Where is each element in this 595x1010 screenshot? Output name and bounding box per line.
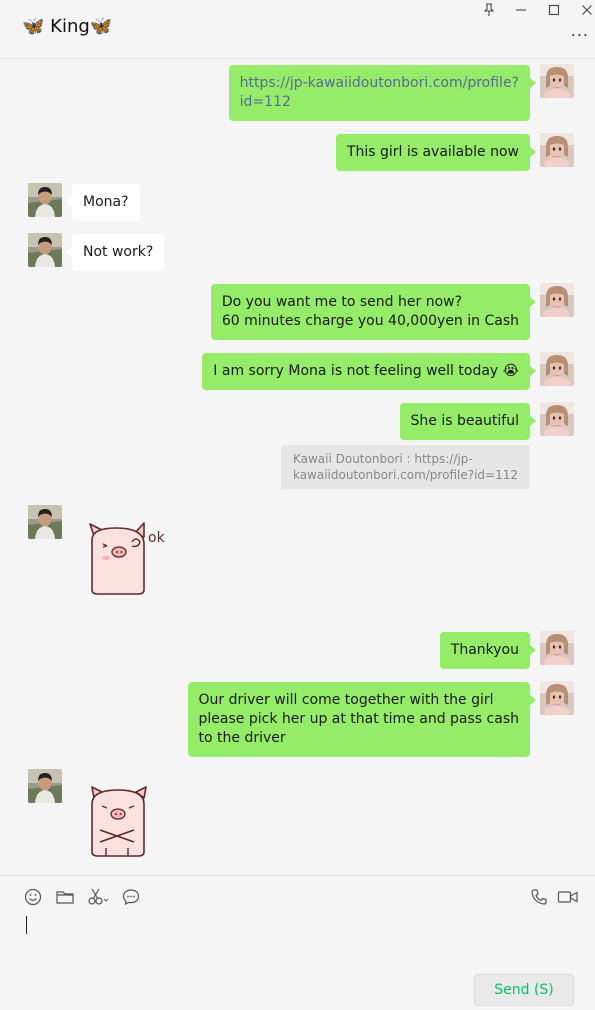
maximize-icon[interactable]	[545, 2, 563, 18]
message-input[interactable]	[22, 914, 572, 966]
pig-crossed-arms-sticker[interactable]	[88, 784, 152, 864]
emoji-icon[interactable]	[22, 886, 44, 908]
more-options-button[interactable]: ...	[571, 23, 589, 39]
video-icon[interactable]	[556, 886, 580, 908]
my-avatar[interactable]	[540, 64, 574, 98]
my-avatar[interactable]	[540, 283, 574, 317]
pig-ok-sticker[interactable]: ok	[86, 520, 170, 602]
my-avatar[interactable]	[540, 402, 574, 436]
contact-avatar[interactable]	[28, 769, 62, 803]
scissors-icon[interactable]	[87, 886, 109, 908]
message-bubble-received[interactable]: Mona?	[66, 184, 140, 221]
contact-avatar[interactable]	[28, 183, 62, 217]
composer-area: Send (S)	[0, 875, 595, 1010]
chat-header: 🦋 King🦋 ...	[0, 0, 595, 59]
message-bubble-sent[interactable]: Do you want me to send her now? 60 minut…	[210, 284, 537, 340]
link-card[interactable]: Kawaii Doutonbori : https://jp- kawaiido…	[280, 445, 530, 489]
message-bubble-received[interactable]: Not work?	[65, 234, 165, 271]
my-avatar[interactable]	[540, 631, 574, 665]
contact-avatar[interactable]	[28, 233, 62, 267]
sticker-ok-text: ok	[148, 530, 166, 546]
send-button[interactable]: Send (S)	[474, 974, 574, 1006]
message-bubble-sent[interactable]: I am sorry Mona is not feeling well toda…	[202, 353, 536, 390]
my-avatar[interactable]	[540, 352, 574, 386]
close-icon[interactable]	[578, 2, 595, 18]
message-bubble-sent[interactable]: She is beautiful	[399, 403, 537, 440]
chat-history-icon[interactable]	[120, 886, 142, 908]
contact-avatar[interactable]	[28, 505, 62, 539]
message-bubble-sent[interactable]: https://jp-kawaiidoutonbori.com/profile?…	[228, 65, 537, 121]
chat-title: 🦋 King🦋	[22, 16, 113, 37]
my-avatar[interactable]	[540, 681, 574, 715]
message-bubble-sent[interactable]: This girl is available now	[335, 134, 537, 171]
message-list[interactable]: https://jp-kawaiidoutonbori.com/profile?…	[0, 60, 595, 875]
message-bubble-sent[interactable]: Thankyou	[439, 632, 537, 669]
phone-icon[interactable]	[528, 886, 550, 908]
my-avatar[interactable]	[540, 133, 574, 167]
pin-icon[interactable]	[480, 2, 498, 18]
message-bubble-sent[interactable]: Our driver will come together with the g…	[187, 682, 537, 757]
folder-icon[interactable]	[54, 886, 76, 908]
minimize-icon[interactable]	[512, 2, 530, 18]
